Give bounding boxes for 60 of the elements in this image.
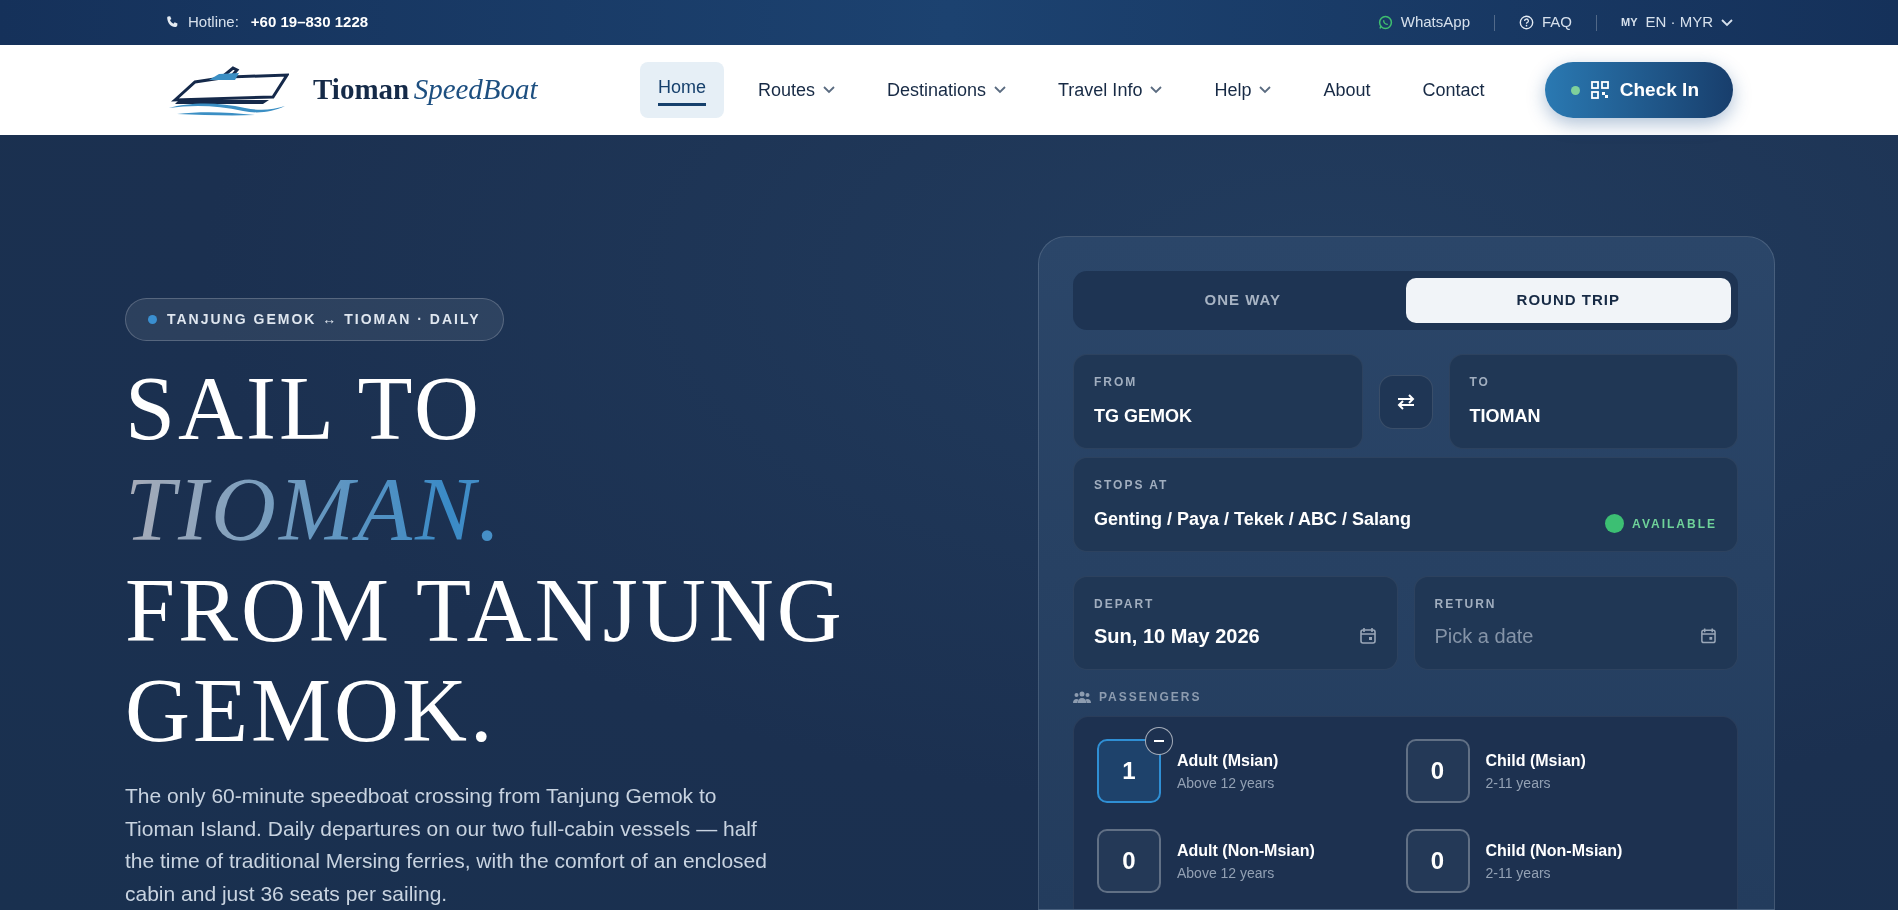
passenger-type: Adult (Non-Msian) bbox=[1177, 840, 1315, 861]
question-circle-icon bbox=[1519, 15, 1534, 30]
chevron-down-icon bbox=[822, 86, 835, 94]
chevron-down-icon bbox=[1150, 86, 1163, 94]
route-badge: TANJUNG GEMOK ↔ TIOMAN · DAILY bbox=[125, 298, 504, 341]
passenger-count[interactable]: 0 bbox=[1405, 739, 1470, 803]
chevron-down-icon bbox=[994, 86, 1007, 94]
chevron-down-icon bbox=[1259, 86, 1272, 94]
passenger-type: Child (Msian) bbox=[1485, 750, 1586, 771]
hotline-label: Hotline: bbox=[188, 12, 239, 33]
faq-link[interactable]: FAQ bbox=[1519, 11, 1572, 34]
hero-heading-line: GEMOK. bbox=[125, 661, 497, 763]
check-in-button[interactable]: Check In bbox=[1544, 62, 1733, 118]
swap-button[interactable] bbox=[1378, 374, 1433, 429]
decrement-button[interactable] bbox=[1145, 727, 1173, 755]
status-dot bbox=[1570, 85, 1580, 95]
availability-status: AVAILABLE bbox=[1632, 515, 1717, 533]
whatsapp-icon bbox=[1377, 15, 1393, 30]
passenger-type: Adult (Msian) bbox=[1177, 750, 1279, 771]
passenger-age-note: Above 12 years bbox=[1177, 773, 1276, 793]
phone-icon bbox=[165, 15, 180, 30]
passenger-age-note: 2-11 years bbox=[1485, 773, 1552, 793]
chevron-down-icon bbox=[1721, 18, 1733, 27]
qr-code-icon bbox=[1589, 80, 1610, 100]
hero-heading-line: FROM TANJUNG bbox=[125, 560, 845, 662]
passenger-type: Child (Non-Msian) bbox=[1485, 840, 1623, 861]
nav-item[interactable]: Help bbox=[1196, 64, 1290, 116]
stops-label: STOPS AT bbox=[1094, 477, 1170, 494]
passenger-age-note: 2-11 years bbox=[1485, 863, 1552, 883]
passengers-label: PASSENGERS bbox=[1099, 689, 1202, 706]
passenger-count[interactable]: 1 bbox=[1097, 739, 1161, 803]
minus-icon bbox=[1154, 740, 1164, 742]
locale-selector[interactable]: MY EN · MYR bbox=[1621, 11, 1733, 34]
calendar-icon bbox=[1358, 627, 1377, 645]
trip-type-tab[interactable]: ONE WAY bbox=[1080, 278, 1406, 323]
passenger-count[interactable]: 0 bbox=[1405, 829, 1470, 893]
nav-item[interactable]: About bbox=[1305, 64, 1389, 116]
nav-item[interactable]: Routes bbox=[739, 64, 853, 116]
passenger-age-note: Above 12 years bbox=[1177, 863, 1276, 883]
return-date-input[interactable]: Pick a date bbox=[1434, 621, 1701, 651]
hero-description: The only 60-minute speedboat crossing from Tanjung Gemok to Tioman Island. Daily departures on our two full-cabin vessels — half the time of traditional Mersing ferries, with the comfort of an enclosed cabin and just 36 seats per sailing. bbox=[125, 783, 768, 907]
return-date-field[interactable]: RETURN Pick a date bbox=[1413, 576, 1738, 670]
stops-value: Genting / Paya / Tekek / ABC / Salang bbox=[1094, 508, 1412, 531]
nav-item[interactable]: Travel Info bbox=[1040, 64, 1181, 116]
hero-heading-line: SAIL TO bbox=[125, 359, 483, 460]
calendar-icon bbox=[1700, 627, 1717, 645]
from-field[interactable]: FROM TG GEMOK bbox=[1073, 354, 1363, 449]
nav-item[interactable]: Destinations bbox=[868, 64, 1025, 116]
depart-date-field[interactable]: DEPART Sun, 10 May 2026 bbox=[1073, 576, 1398, 670]
whatsapp-link[interactable]: WhatsApp bbox=[1377, 11, 1470, 34]
brand-name[interactable]: TiomanSpeedBoat bbox=[313, 68, 538, 112]
nav-item[interactable]: Home bbox=[639, 62, 724, 118]
field-label: RETURN bbox=[1434, 596, 1498, 613]
people-icon bbox=[1073, 691, 1091, 703]
status-dot bbox=[1605, 514, 1625, 533]
nav-item[interactable]: Contact bbox=[1404, 64, 1503, 116]
passenger-count[interactable]: 0 bbox=[1097, 829, 1161, 893]
hotline-number[interactable]: +60 19–830 1228 bbox=[250, 11, 369, 34]
trip-type-tab[interactable]: ROUND TRIP bbox=[1405, 278, 1731, 323]
to-field[interactable]: TO TIOMAN bbox=[1448, 354, 1738, 449]
